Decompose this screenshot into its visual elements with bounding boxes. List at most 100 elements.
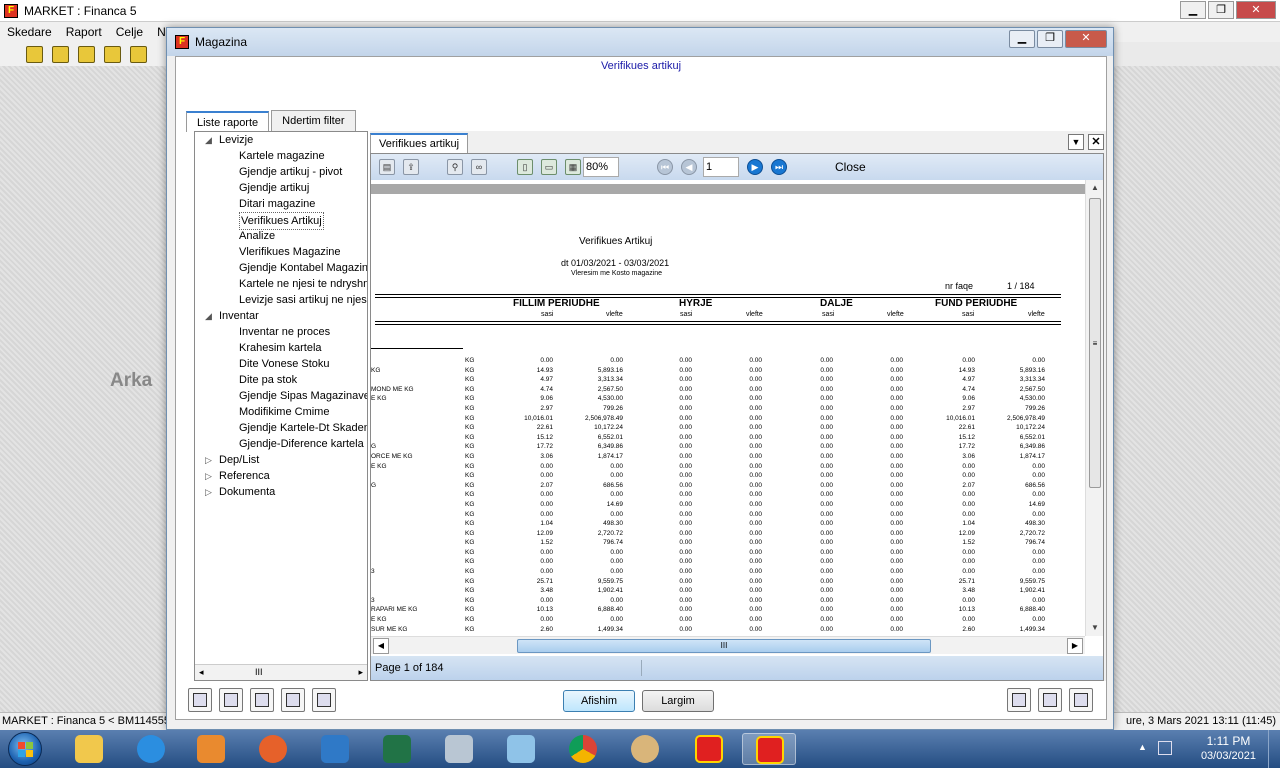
tool-icon[interactable] bbox=[130, 45, 147, 63]
scroll-right-icon[interactable]: ▸ bbox=[358, 665, 363, 680]
tree-item[interactable]: Levizje sasi artikuj ne njesi bbox=[195, 292, 367, 308]
taskbar-excel[interactable] bbox=[370, 733, 424, 765]
report-horizontal-scrollbar[interactable]: ◀ III ▶ bbox=[371, 636, 1085, 654]
whole-page-icon[interactable]: ▦ bbox=[565, 159, 581, 175]
tree-item[interactable]: Dite pa stok bbox=[195, 372, 367, 388]
close-button[interactable]: ✕ bbox=[1065, 30, 1107, 48]
expand-toggle-icon[interactable]: ▷ bbox=[205, 468, 213, 484]
taskbar-media[interactable] bbox=[184, 733, 238, 765]
prev-page-icon[interactable]: ◀ bbox=[681, 159, 697, 175]
taskbar-financa[interactable] bbox=[682, 733, 736, 765]
largim-button[interactable]: Largim bbox=[642, 690, 714, 712]
scroll-left-icon[interactable]: ◀ bbox=[373, 638, 389, 654]
tab-dropdown-icon[interactable]: ▼ bbox=[1068, 134, 1084, 150]
tree-item[interactable]: Vlerifikues Magazine bbox=[195, 244, 367, 260]
tree-item[interactable]: Analize bbox=[195, 228, 367, 244]
tree-item[interactable]: Gjendje Sipas Magazinave bbox=[195, 388, 367, 404]
palette-button[interactable] bbox=[1038, 688, 1062, 712]
tree-item[interactable]: Gjendje artikuj bbox=[195, 180, 367, 196]
next-page-icon[interactable]: ▶ bbox=[747, 159, 763, 175]
last-page-icon[interactable]: ⏭ bbox=[771, 159, 787, 175]
scroll-up-icon[interactable]: ▲ bbox=[1086, 180, 1104, 196]
zoom-field[interactable]: 80% bbox=[583, 157, 619, 177]
page-view-icon[interactable]: ▯ bbox=[517, 159, 533, 175]
print-icon[interactable]: ▤ bbox=[379, 159, 395, 175]
taskbar-paint[interactable] bbox=[618, 733, 672, 765]
afishim-button[interactable]: Afishim bbox=[563, 690, 635, 712]
table-button[interactable] bbox=[312, 688, 336, 712]
page-width-icon[interactable]: ▭ bbox=[541, 159, 557, 175]
search-icon[interactable]: ⚲ bbox=[447, 159, 463, 175]
expand-toggle-icon[interactable]: ▷ bbox=[205, 452, 213, 468]
copy-button[interactable] bbox=[250, 688, 274, 712]
tool-icon[interactable] bbox=[104, 45, 121, 63]
show-desktop-button[interactable] bbox=[1268, 730, 1280, 768]
clock[interactable]: 1:11 PM 03/03/2021 bbox=[1201, 734, 1256, 764]
tree-item[interactable]: Verifikues Artikuj bbox=[195, 212, 367, 230]
menu-raport[interactable]: Raport bbox=[59, 25, 109, 39]
taskbar-financa-active[interactable] bbox=[742, 733, 796, 765]
taskbar-firefox[interactable] bbox=[246, 733, 300, 765]
wand-button[interactable] bbox=[1069, 688, 1093, 712]
tray-up-icon[interactable]: ▲ bbox=[1138, 742, 1147, 752]
page-number-input[interactable]: 1 bbox=[703, 157, 739, 177]
minimize-button[interactable]: ▁ bbox=[1009, 30, 1035, 48]
tab-ndertim-filter[interactable]: Ndertim filter bbox=[271, 110, 356, 131]
grid-button[interactable] bbox=[188, 688, 212, 712]
tree-group[interactable]: ▷ Dokumenta bbox=[195, 484, 367, 500]
expand-toggle-icon[interactable]: ◢ bbox=[205, 132, 213, 148]
report-close-button[interactable]: Close bbox=[835, 160, 866, 174]
tab-liste-raporte[interactable]: Liste raporte bbox=[186, 111, 270, 132]
scroll-thumb[interactable]: III bbox=[255, 665, 263, 680]
tree-item[interactable]: Gjendje Kontabel Magazina bbox=[195, 260, 367, 276]
tree-item[interactable]: Gjendje artikuj - pivot bbox=[195, 164, 367, 180]
scroll-left-icon[interactable]: ◂ bbox=[199, 665, 204, 680]
taskbar-ie[interactable] bbox=[124, 733, 178, 765]
start-button[interactable] bbox=[8, 732, 42, 766]
report-vertical-scrollbar[interactable]: ▲ ≡ ▼ bbox=[1085, 180, 1103, 636]
tool-icon[interactable] bbox=[52, 45, 69, 63]
tool-icon[interactable] bbox=[26, 45, 43, 63]
taskbar-chrome[interactable] bbox=[556, 733, 610, 765]
maximize-button[interactable]: ❐ bbox=[1037, 30, 1063, 48]
tree-item[interactable]: Gjendje-Diference kartela bbox=[195, 436, 367, 452]
expand-toggle-icon[interactable]: ◢ bbox=[205, 308, 213, 324]
tree-item[interactable]: Gjendje Kartele-Dt Skadence bbox=[195, 420, 367, 436]
taskbar-app[interactable] bbox=[308, 733, 362, 765]
tree-item[interactable]: Kartele ne njesi te ndryshme bbox=[195, 276, 367, 292]
save-button[interactable] bbox=[281, 688, 305, 712]
network-icon[interactable] bbox=[1158, 741, 1172, 755]
menu-skedare[interactable]: Skedare bbox=[0, 25, 59, 39]
taskbar-explorer[interactable] bbox=[62, 733, 116, 765]
tree-group[interactable]: ◢ Levizje bbox=[195, 132, 367, 148]
tree-item[interactable]: Krahesim kartela bbox=[195, 340, 367, 356]
menu-celje[interactable]: Celje bbox=[109, 25, 150, 39]
tree-group[interactable]: ▷ Referenca bbox=[195, 468, 367, 484]
scroll-down-icon[interactable]: ▼ bbox=[1086, 620, 1104, 636]
tree-item[interactable]: Inventar ne proces bbox=[195, 324, 367, 340]
tree-item[interactable]: Modifikime Cmime bbox=[195, 404, 367, 420]
tool-icon[interactable] bbox=[78, 45, 95, 63]
tab-verifikues-artikuj[interactable]: Verifikues artikuj bbox=[370, 133, 469, 153]
export-icon[interactable]: ⇪ bbox=[403, 159, 419, 175]
tree-group[interactable]: ◢ Inventar bbox=[195, 308, 367, 324]
tree-item[interactable]: Kartele magazine bbox=[195, 148, 367, 164]
document-button[interactable] bbox=[219, 688, 243, 712]
tree-group[interactable]: ▷ Dep/List bbox=[195, 452, 367, 468]
close-button[interactable]: ✕ bbox=[1236, 1, 1276, 19]
scroll-right-icon[interactable]: ▶ bbox=[1067, 638, 1083, 654]
tree-horizontal-scrollbar[interactable]: ◂ III ▸ bbox=[195, 664, 367, 680]
binoculars-icon[interactable]: ∞ bbox=[471, 159, 487, 175]
tab-close-icon[interactable]: ✕ bbox=[1088, 134, 1104, 150]
maximize-button[interactable]: ❐ bbox=[1208, 1, 1234, 19]
tree-item[interactable]: Ditari magazine bbox=[195, 196, 367, 212]
tree-item[interactable]: Dite Vonese Stoku bbox=[195, 356, 367, 372]
minimize-button[interactable]: ▁ bbox=[1180, 1, 1206, 19]
taskbar-calculator[interactable] bbox=[432, 733, 486, 765]
layers-button[interactable] bbox=[1007, 688, 1031, 712]
first-page-icon[interactable]: ⏮ bbox=[657, 159, 673, 175]
expand-toggle-icon[interactable]: ▷ bbox=[205, 484, 213, 500]
scroll-thumb[interactable]: ≡ bbox=[1089, 198, 1101, 488]
scroll-thumb[interactable]: III bbox=[517, 639, 931, 653]
taskbar-notes[interactable] bbox=[494, 733, 548, 765]
